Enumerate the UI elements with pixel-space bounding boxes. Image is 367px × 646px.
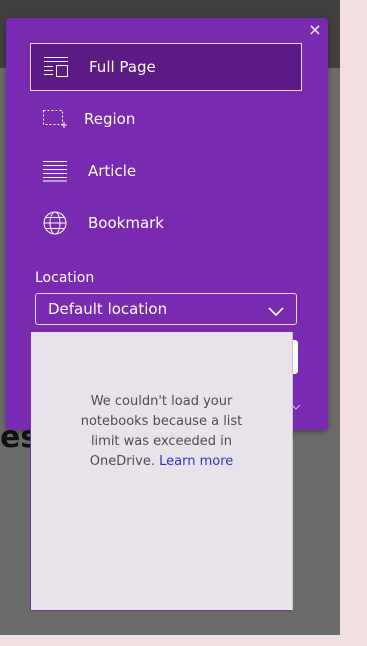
mode-label: Full Page <box>89 58 156 76</box>
location-dropdown: We couldn't load your notebooks because … <box>30 332 293 611</box>
learn-more-link[interactable]: Learn more <box>159 454 233 469</box>
location-value: Default location <box>48 300 168 318</box>
full-page-icon <box>41 52 71 82</box>
article-icon <box>40 156 70 186</box>
mode-full-page[interactable]: Full Page <box>30 43 302 91</box>
close-button[interactable]: × <box>307 22 323 38</box>
error-message: We couldn't load your notebooks because … <box>31 392 292 472</box>
chevron-down-icon <box>268 303 284 321</box>
mode-label: Article <box>88 162 137 180</box>
close-icon: × <box>308 20 322 39</box>
location-select[interactable]: Default location <box>35 293 297 325</box>
mode-article[interactable]: Article <box>30 147 302 195</box>
region-icon <box>40 104 70 134</box>
mode-region[interactable]: Region <box>30 95 302 143</box>
mode-label: Bookmark <box>88 214 164 232</box>
mode-bookmark[interactable]: Bookmark <box>30 199 302 247</box>
globe-icon <box>40 208 70 238</box>
location-label: Location <box>35 270 95 286</box>
mode-label: Region <box>84 110 136 128</box>
